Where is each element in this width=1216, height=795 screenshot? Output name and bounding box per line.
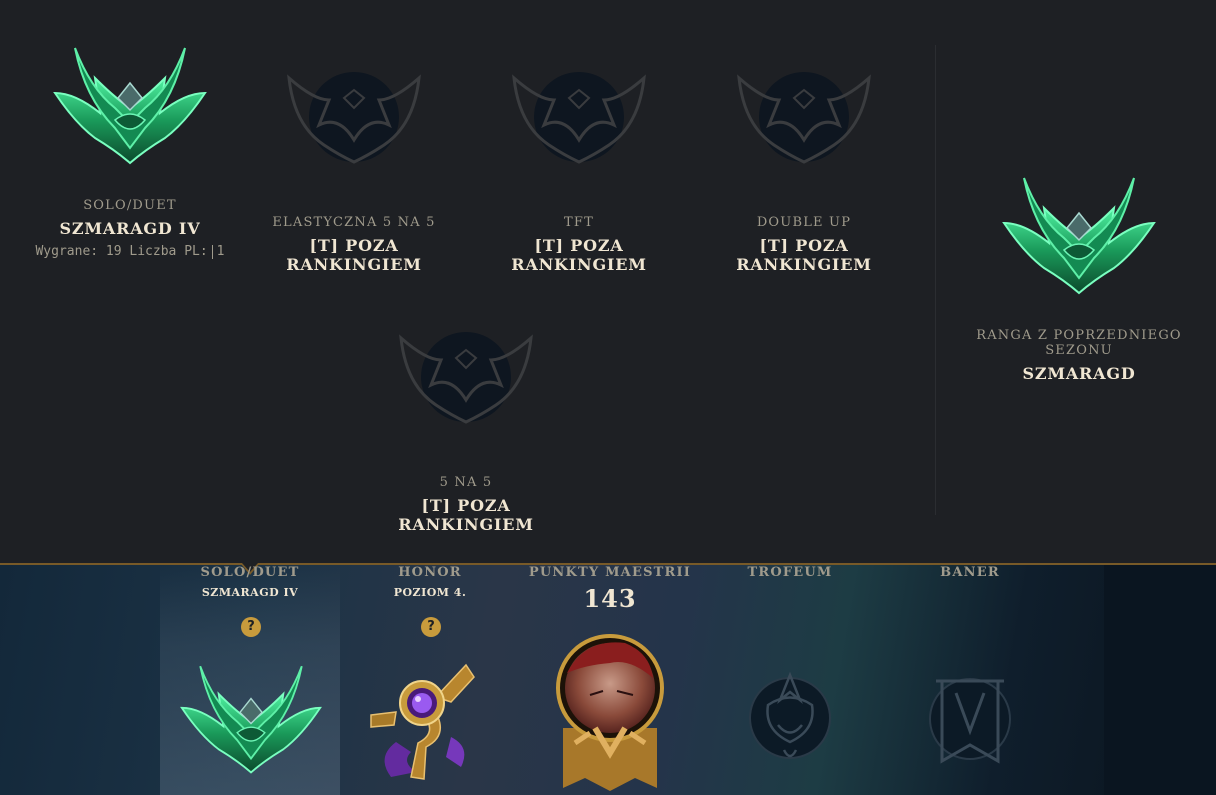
unranked-emblem-icon xyxy=(287,72,421,164)
queue-name: DOUBLE UP xyxy=(756,215,852,230)
queue-rank: [T] POZA RANKINGIEM xyxy=(398,496,534,534)
unranked-emblem-icon xyxy=(512,72,646,164)
emerald-emblem-icon xyxy=(53,47,207,165)
previous-season-rank: RANGA Z POPRZEDNIEGO SEZONU SZMARAGD xyxy=(963,168,1195,383)
queue-tft[interactable]: TFT [T] POZA RANKINGIEM xyxy=(464,70,694,274)
queue-rank: SZMARAGD IV xyxy=(59,219,201,238)
queue-flex[interactable]: ELASTYCZNA 5 NA 5 [T] POZA RANKINGIEM xyxy=(239,70,469,274)
summary-trophy[interactable]: TROFEUM xyxy=(700,565,880,580)
emerald-emblem-icon xyxy=(1002,177,1156,295)
ranked-overview-panel: SOLO/DUET SZMARAGD IV Wygrane: 19 Liczba… xyxy=(0,0,1216,563)
summary-banner[interactable]: BANER xyxy=(880,565,1060,580)
queue-name: ELASTYCZNA 5 NA 5 xyxy=(272,215,436,230)
previous-season-label: RANGA Z POPRZEDNIEGO SEZONU xyxy=(976,328,1182,358)
summary-solo-label: SOLO/DUET xyxy=(200,565,300,580)
queue-name: TFT xyxy=(564,215,594,230)
queue-rank: [T] POZA RANKINGIEM xyxy=(286,236,422,274)
summary-mastery-label: PUNKTY MAESTRII xyxy=(528,565,692,580)
queue-5v5[interactable]: 5 NA 5 [T] POZA RANKINGIEM xyxy=(351,330,581,534)
summary-mastery-value: 143 xyxy=(583,584,637,613)
summary-mastery[interactable]: PUNKTY MAESTRII 143 xyxy=(520,565,700,613)
trophy-placeholder-icon xyxy=(749,671,831,759)
queue-name: SOLO/DUET xyxy=(83,198,177,213)
previous-season-value: SZMARAGD xyxy=(1022,364,1136,383)
queue-double-up[interactable]: DOUBLE UP [T] POZA RANKINGIEM xyxy=(689,70,919,274)
champion-portrait-icon xyxy=(556,634,664,791)
queue-name: 5 NA 5 xyxy=(439,475,493,490)
queue-stats-value: 1 xyxy=(216,244,225,259)
banner-placeholder-icon xyxy=(929,678,1011,764)
summary-honor[interactable]: HONOR POZIOM 4. xyxy=(340,565,520,599)
summary-banner-label: BANER xyxy=(940,565,1000,580)
summary-solo-rank: SZMARAGD IV xyxy=(201,586,299,599)
honor-emblem-icon xyxy=(370,663,475,780)
queue-rank: [T] POZA RANKINGIEM xyxy=(736,236,872,274)
unranked-emblem-icon xyxy=(737,72,871,164)
queue-solo-duo[interactable]: SOLO/DUET SZMARAGD IV Wygrane: 19 Liczba… xyxy=(15,38,245,259)
summary-honor-label: HONOR xyxy=(398,565,462,580)
summary-honor-level: POZIOM 4. xyxy=(393,586,467,599)
emerald-emblem-icon xyxy=(180,665,322,774)
bar-fade xyxy=(1104,565,1216,795)
queue-rank: [T] POZA RANKINGIEM xyxy=(511,236,647,274)
queue-stats: Wygrane: 19 Liczba PL: 1 xyxy=(15,244,245,259)
queue-stats-label: Wygrane: 19 Liczba PL: xyxy=(35,244,208,259)
unranked-emblem-icon xyxy=(399,332,533,424)
panel-divider xyxy=(935,45,936,515)
summary-trophy-label: TROFEUM xyxy=(747,565,833,580)
help-icon[interactable]: ? xyxy=(241,617,261,637)
stats-separator xyxy=(211,244,213,259)
profile-summary-bar: SOLO/DUET SZMARAGD IV ? HONOR POZIOM 4. … xyxy=(0,563,1216,795)
help-icon[interactable]: ? xyxy=(421,617,441,637)
